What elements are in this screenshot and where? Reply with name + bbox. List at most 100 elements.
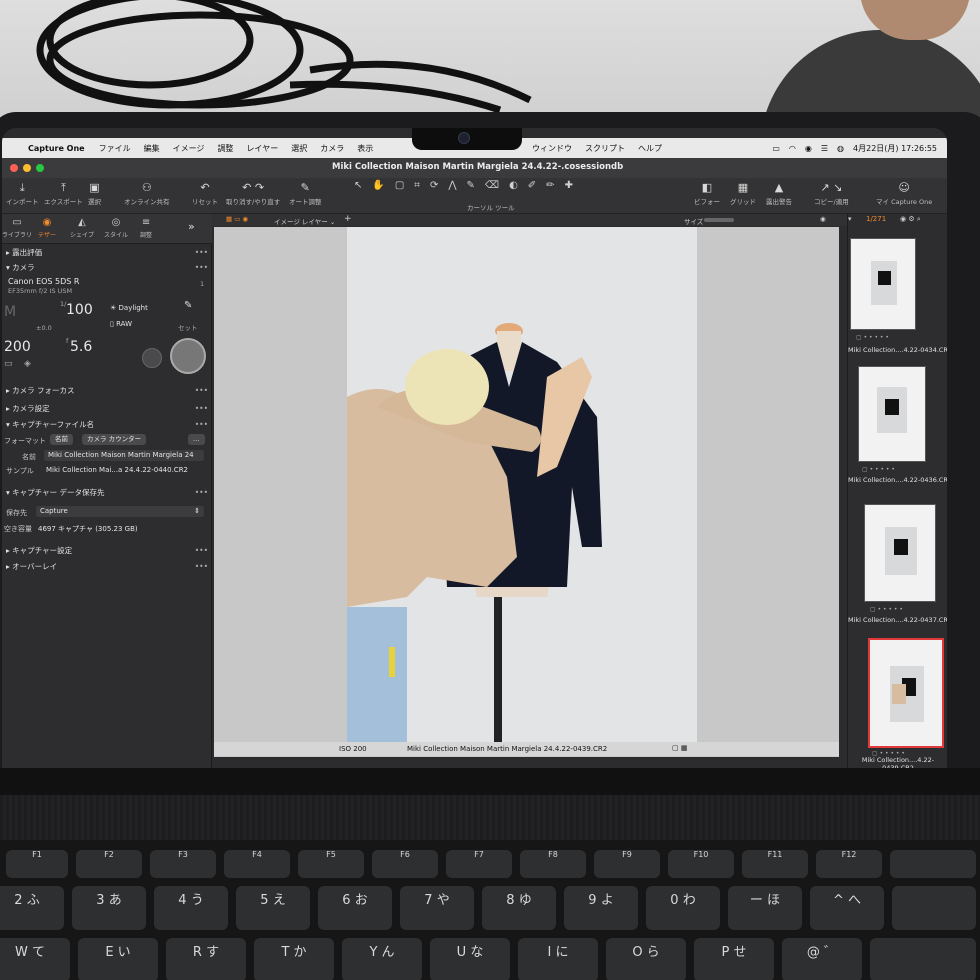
export-button[interactable]: ⤒ エクスポート bbox=[44, 180, 83, 206]
exposure-compensation[interactable]: ±0.0 bbox=[36, 324, 52, 332]
close-window-icon[interactable] bbox=[10, 164, 18, 172]
key-at[interactable]: @ ゛ bbox=[782, 938, 862, 980]
menu-image[interactable]: イメージ bbox=[173, 143, 205, 154]
key-9[interactable]: 9 よ bbox=[564, 886, 638, 930]
key-o[interactable]: O ら bbox=[606, 938, 686, 980]
picker-tool-icon[interactable]: ✐ bbox=[528, 180, 536, 191]
more-icon[interactable]: ••• bbox=[195, 384, 208, 398]
more-icon[interactable]: ••• bbox=[195, 486, 208, 500]
tab-style[interactable]: ◎ スタイル bbox=[104, 216, 128, 239]
copy-apply-button[interactable]: ↗ ↘ コピー/適用 bbox=[814, 180, 849, 206]
section-overlay[interactable]: ▸ オーバーレイ ••• bbox=[2, 560, 212, 574]
key-2[interactable]: 2 ふ bbox=[0, 886, 64, 930]
shooting-mode[interactable]: M bbox=[4, 304, 16, 320]
tab-tether[interactable]: ◉ テザー bbox=[38, 216, 56, 239]
menu-help[interactable]: ヘルプ bbox=[638, 143, 662, 154]
menu-app-name[interactable]: Capture One bbox=[28, 144, 85, 153]
section-camera-settings[interactable]: ▸ カメラ設定 ••• bbox=[2, 402, 212, 416]
shutter-speed[interactable]: 100 bbox=[66, 302, 93, 318]
key-6[interactable]: 6 お bbox=[318, 886, 392, 930]
annotate-tool-icon[interactable]: ✏ bbox=[546, 180, 554, 191]
key-p[interactable]: P せ bbox=[694, 938, 774, 980]
select-button[interactable]: ▣ 選択 bbox=[88, 180, 101, 206]
key-e[interactable]: E い bbox=[78, 938, 158, 980]
format-edit-button[interactable]: … bbox=[188, 434, 205, 445]
name-field[interactable]: Miki Collection Maison Martin Margiela 2… bbox=[44, 450, 204, 461]
autofocus-icon[interactable]: ◈ bbox=[24, 359, 31, 369]
key-f8[interactable]: F8 bbox=[520, 850, 586, 878]
more-icon[interactable]: ••• bbox=[195, 544, 208, 558]
section-camera-focus[interactable]: ▸ カメラ フォーカス ••• bbox=[2, 384, 212, 398]
undo-redo-button[interactable]: ↶ ↷ 取り消す/やり直す bbox=[226, 180, 280, 206]
battery-icon[interactable]: ▭ bbox=[772, 144, 780, 153]
more-icon[interactable]: ••• bbox=[195, 261, 208, 275]
thumbnail-item[interactable]: ▢ • • • • • Miki Collection....4.22-0434… bbox=[848, 230, 947, 366]
menu-layer[interactable]: レイヤー bbox=[246, 143, 278, 154]
menubar-datetime[interactable]: 4月22日(月) 17:26:55 bbox=[853, 143, 937, 154]
key-f6[interactable]: F6 bbox=[372, 850, 438, 878]
rating-dots[interactable]: ▢ • • • • • bbox=[862, 466, 895, 473]
key-f2[interactable]: F2 bbox=[76, 850, 142, 878]
siri-icon[interactable]: ◍ bbox=[837, 144, 844, 153]
counter-token[interactable]: カメラ カウンター bbox=[82, 434, 147, 445]
key-4[interactable]: 4 う bbox=[154, 886, 228, 930]
key-i[interactable]: I に bbox=[518, 938, 598, 980]
capture-button[interactable] bbox=[170, 338, 206, 374]
brush-tool-icon[interactable]: ✎ bbox=[467, 180, 475, 191]
key-caret[interactable]: ^ へ bbox=[810, 886, 884, 930]
key-f4[interactable]: F4 bbox=[224, 850, 290, 878]
section-exposure-eval[interactable]: ▸ 露出評価 ••• bbox=[2, 246, 212, 260]
crop-select-tool-icon[interactable]: ▢ bbox=[395, 180, 404, 191]
caption-icons[interactable]: ▢ ▦ bbox=[672, 744, 687, 752]
file-format[interactable]: ▯ RAW bbox=[110, 320, 132, 328]
menu-camera[interactable]: カメラ bbox=[320, 143, 344, 154]
key-f10[interactable]: F10 bbox=[668, 850, 734, 878]
minimize-window-icon[interactable] bbox=[23, 164, 31, 172]
key-power[interactable] bbox=[890, 850, 976, 878]
thumbnail-item[interactable]: ▢ • • • • • Miki Collection....4.22-0437… bbox=[848, 500, 947, 636]
layer-selector[interactable]: イメージ レイヤー ⌄ bbox=[274, 216, 335, 226]
size-slider[interactable] bbox=[704, 218, 734, 222]
tab-shape[interactable]: ◭ シェイプ bbox=[70, 216, 94, 239]
menu-select[interactable]: 選択 bbox=[291, 143, 307, 154]
crop-tool-icon[interactable]: ⌗ bbox=[414, 180, 420, 191]
live-view-button[interactable] bbox=[142, 348, 162, 368]
key-minus[interactable]: ー ほ bbox=[728, 886, 802, 930]
key-f1[interactable]: F1 bbox=[6, 850, 68, 878]
expand-tabs-icon[interactable]: » bbox=[188, 220, 195, 233]
key-t[interactable]: T か bbox=[254, 938, 334, 980]
gradient-tool-icon[interactable]: ◐ bbox=[509, 180, 518, 191]
key-f7[interactable]: F7 bbox=[446, 850, 512, 878]
key-f5[interactable]: F5 bbox=[298, 850, 364, 878]
import-button[interactable]: ⤓ インポート bbox=[6, 180, 39, 206]
reset-button[interactable]: ↶ リセット bbox=[192, 180, 218, 206]
sort-icon[interactable]: ▾ bbox=[848, 215, 852, 223]
key-u[interactable]: U な bbox=[430, 938, 510, 980]
eraser-tool-icon[interactable]: ⌫ bbox=[485, 180, 499, 191]
key-f12[interactable]: F12 bbox=[816, 850, 882, 878]
viewer-mode-icon[interactable]: ▦ ▭ ◉ bbox=[226, 215, 248, 223]
key-yen[interactable] bbox=[892, 886, 976, 930]
section-capture-location[interactable]: ▾ キャプチャー データ保存先 ••• bbox=[2, 486, 212, 500]
heal-tool-icon[interactable]: ✚ bbox=[565, 180, 573, 191]
control-center-icon[interactable]: ☰ bbox=[821, 144, 828, 153]
pointer-tool-icon[interactable]: ↖ bbox=[354, 180, 362, 191]
key-3[interactable]: 3 あ bbox=[72, 886, 146, 930]
key-y[interactable]: Y ん bbox=[342, 938, 422, 980]
menu-script[interactable]: スクリプト bbox=[585, 143, 625, 154]
key-f11[interactable]: F11 bbox=[742, 850, 808, 878]
aperture-value[interactable]: 5.6 bbox=[70, 339, 92, 355]
visibility-icon[interactable]: ◉ bbox=[820, 215, 826, 223]
menu-view[interactable]: 表示 bbox=[357, 143, 373, 154]
pen-icon[interactable]: ✎ bbox=[184, 300, 192, 311]
key-bracket[interactable] bbox=[870, 938, 976, 980]
grid-toggle-icon[interactable]: ▭ bbox=[4, 359, 13, 369]
key-0[interactable]: 0 わ bbox=[646, 886, 720, 930]
menu-edit[interactable]: 編集 bbox=[144, 143, 160, 154]
more-icon[interactable]: ••• bbox=[195, 418, 208, 432]
key-w[interactable]: W て bbox=[0, 938, 70, 980]
rotate-tool-icon[interactable]: ⟳ bbox=[430, 180, 438, 191]
set-label[interactable]: セット bbox=[178, 322, 198, 332]
add-layer-icon[interactable]: + bbox=[344, 214, 352, 224]
menu-file[interactable]: ファイル bbox=[99, 143, 131, 154]
